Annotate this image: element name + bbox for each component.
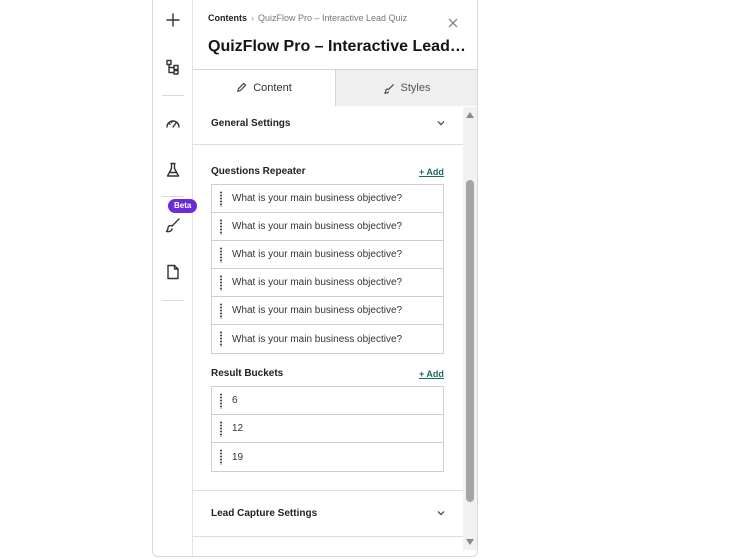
question-text: What is your main business objective? (232, 193, 403, 204)
breadcrumb-separator: › (251, 13, 254, 23)
scroll-down-arrow-icon[interactable] (466, 539, 474, 545)
drag-handle-icon[interactable] (219, 246, 223, 263)
result-value: 12 (232, 423, 244, 434)
page-title: QuizFlow Pro – Interactive Lead Quiz (208, 38, 466, 55)
list-item[interactable]: What is your main business objective? (212, 297, 443, 325)
result-buckets-label: Result Buckets (211, 368, 284, 379)
result-buckets-repeater: 6 12 19 (211, 386, 444, 472)
tab-content-label: Content (253, 81, 292, 94)
plus-icon[interactable] (153, 6, 193, 34)
page-icon[interactable] (153, 258, 193, 286)
gauge-icon[interactable] (153, 109, 193, 137)
editor-frame: Beta Contents › QuizFlow Pro – Interactive… (152, 0, 478, 557)
question-text: What is your main business objective? (232, 277, 403, 288)
question-text: What is your main business objective? (232, 333, 403, 345)
chevron-down-icon (437, 511, 445, 516)
settings-panel: Contents › QuizFlow Pro – Interactive Lead… (193, 0, 477, 556)
drag-handle-icon[interactable] (219, 218, 223, 235)
scrollbar[interactable] (463, 107, 477, 550)
list-item[interactable]: 12 (212, 415, 443, 443)
general-settings-label: General Settings (211, 117, 291, 129)
section-divider (193, 536, 463, 537)
tab-styles[interactable]: Styles (335, 70, 477, 106)
brush-icon[interactable] (153, 211, 193, 239)
breadcrumb-current: QuizFlow Pro – Interactive Lead Quiz (258, 13, 408, 23)
chevron-down-icon (437, 121, 445, 126)
result-value: 6 (232, 395, 238, 406)
lead-capture-settings-label: Lead Capture Settings (211, 507, 318, 519)
question-text: What is your main business objective? (232, 221, 403, 232)
questions-repeater-label: Questions Repeater (211, 166, 306, 177)
drag-handle-icon[interactable] (219, 392, 223, 409)
rail-divider (162, 300, 184, 301)
question-text: What is your main business objective? (232, 249, 403, 260)
rail-divider (162, 95, 184, 96)
drag-handle-icon[interactable] (219, 274, 223, 291)
scroll-up-arrow-icon[interactable] (466, 112, 474, 118)
list-item[interactable]: What is your main business objective? (212, 241, 443, 269)
question-text: What is your main business objective? (232, 305, 403, 316)
drag-handle-icon[interactable] (219, 420, 223, 437)
rail-divider (162, 196, 184, 197)
add-result-button[interactable]: + Add (419, 369, 444, 379)
close-icon[interactable] (448, 15, 460, 28)
brush-icon (383, 83, 394, 94)
add-question-button[interactable]: + Add (419, 167, 444, 177)
scrollbar-thumb[interactable] (466, 180, 474, 502)
section-divider (193, 144, 463, 145)
list-item[interactable]: What is your main business objective? (212, 325, 443, 353)
list-item[interactable]: What is your main business objective? (212, 269, 443, 297)
drag-handle-icon[interactable] (219, 331, 223, 347)
flask-icon[interactable] (153, 156, 193, 184)
drag-handle-icon[interactable] (219, 190, 223, 207)
questions-repeater: What is your main business objective? Wh… (211, 184, 444, 354)
list-item[interactable]: What is your main business objective? (212, 185, 443, 213)
breadcrumb-root[interactable]: Contents (208, 13, 247, 23)
tab-styles-label: Styles (400, 82, 431, 94)
pencil-icon (237, 82, 247, 92)
breadcrumb: Contents › QuizFlow Pro – Interactive Lead… (208, 13, 407, 23)
drag-handle-icon[interactable] (219, 449, 223, 465)
drag-handle-icon[interactable] (219, 302, 223, 319)
content-scroll-area: General Settings Questions Repeater + Ad… (193, 107, 463, 556)
tab-content[interactable]: Content (193, 70, 335, 106)
section-divider (193, 490, 463, 491)
tab-bar: Content Styles (193, 69, 477, 106)
list-item[interactable]: What is your main business objective? (212, 213, 443, 241)
list-item[interactable]: 6 (212, 387, 443, 415)
result-value: 19 (232, 451, 244, 463)
list-item[interactable]: 19 (212, 443, 443, 471)
left-rail: Beta (153, 0, 198, 556)
lead-capture-settings-header[interactable]: Lead Capture Settings (211, 503, 446, 523)
structure-icon[interactable] (153, 53, 193, 81)
general-settings-header[interactable]: General Settings (211, 113, 446, 133)
